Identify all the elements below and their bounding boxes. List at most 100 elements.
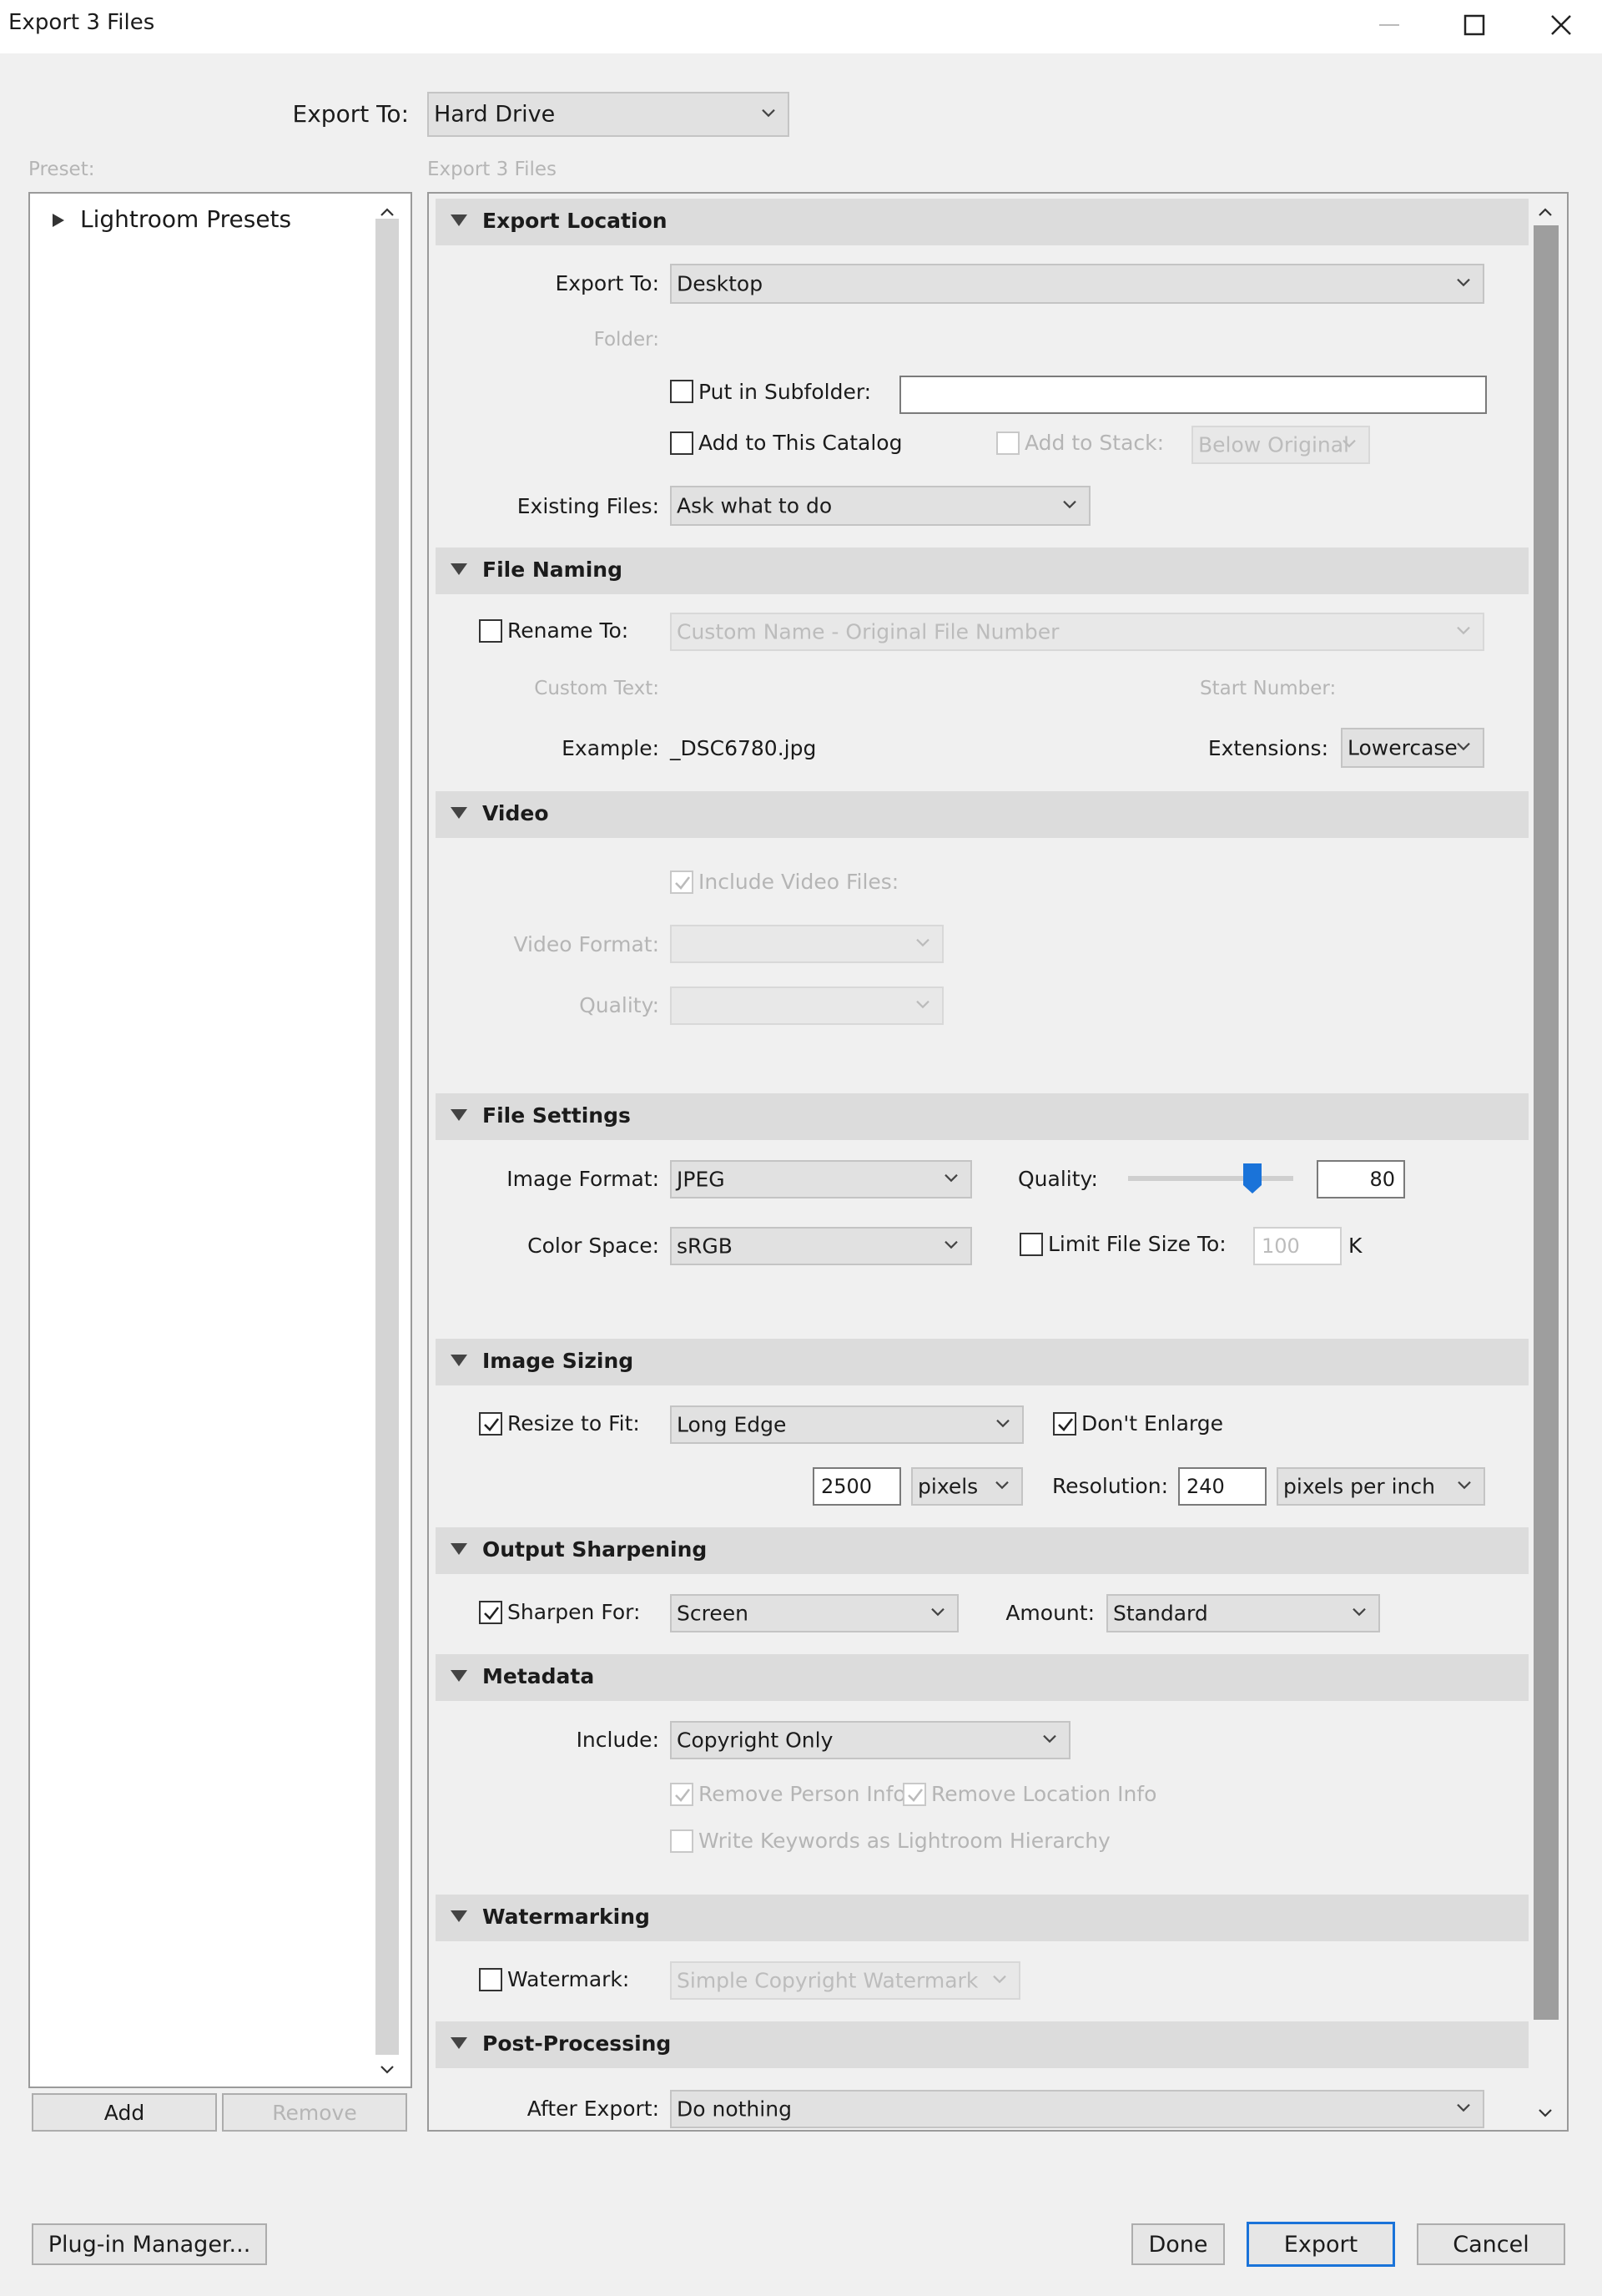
add-preset-button[interactable]: Add bbox=[32, 2093, 217, 2132]
checkmark-icon bbox=[1058, 1418, 1074, 1431]
minimize-button[interactable] bbox=[1360, 5, 1418, 45]
sharpen-for-checkbox[interactable] bbox=[479, 1601, 502, 1624]
resolution-input[interactable]: 240 bbox=[1178, 1467, 1267, 1506]
limit-file-size-input[interactable]: 100 bbox=[1253, 1227, 1342, 1265]
existing-files-dropdown[interactable]: Ask what to do bbox=[670, 486, 1091, 526]
section-export-location[interactable]: Export Location bbox=[436, 199, 1529, 245]
cancel-button[interactable]: Cancel bbox=[1417, 2223, 1565, 2265]
quality-slider-track[interactable] bbox=[1128, 1176, 1293, 1181]
chevron-down-icon bbox=[945, 1173, 958, 1183]
folder-label: Folder: bbox=[593, 329, 659, 351]
limit-file-size-checkbox[interactable] bbox=[1020, 1233, 1043, 1256]
section-post-processing[interactable]: Post-Processing bbox=[436, 2021, 1529, 2068]
resolution-label: Resolution: bbox=[1051, 1474, 1168, 1498]
chevron-down-icon[interactable] bbox=[377, 2061, 397, 2078]
rename-checkbox[interactable] bbox=[479, 619, 502, 643]
location-export-to-dropdown[interactable]: Desktop bbox=[670, 264, 1484, 304]
resize-to-fit-checkbox[interactable] bbox=[479, 1412, 502, 1436]
stack-position-dropdown[interactable]: Below Original bbox=[1191, 426, 1370, 464]
write-keywords-checkbox[interactable] bbox=[670, 1829, 693, 1853]
video-quality-dropdown[interactable] bbox=[670, 987, 944, 1025]
checkmark-icon bbox=[908, 1789, 924, 1802]
chevron-down-icon bbox=[1457, 2103, 1470, 2112]
resize-mode-dropdown[interactable]: Long Edge bbox=[670, 1405, 1024, 1444]
chevron-down-icon bbox=[945, 1240, 958, 1249]
export-button[interactable]: Export bbox=[1247, 2222, 1395, 2267]
section-image-sizing[interactable]: Image Sizing bbox=[436, 1339, 1529, 1385]
preset-list[interactable] bbox=[28, 192, 412, 2088]
metadata-include-label: Include: bbox=[576, 1728, 659, 1752]
chevron-down-icon bbox=[1353, 1607, 1366, 1617]
done-button[interactable]: Done bbox=[1131, 2223, 1225, 2265]
dont-enlarge-label: Don't Enlarge bbox=[1081, 1411, 1224, 1436]
resize-size-input[interactable]: 2500 bbox=[813, 1467, 901, 1506]
minimize-icon bbox=[1379, 24, 1399, 26]
section-metadata[interactable]: Metadata bbox=[436, 1654, 1529, 1701]
lightroom-presets-item[interactable]: Lightroom Presets bbox=[80, 205, 291, 233]
start-number-label: Start Number: bbox=[1200, 678, 1337, 699]
dont-enlarge-checkbox[interactable] bbox=[1053, 1412, 1076, 1436]
chevron-up-icon[interactable] bbox=[1535, 204, 1555, 220]
collapse-triangle-icon bbox=[451, 2037, 467, 2049]
extensions-dropdown[interactable]: Lowercase bbox=[1341, 728, 1484, 768]
remove-person-checkbox[interactable] bbox=[670, 1783, 693, 1806]
plugin-manager-button[interactable]: Plug-in Manager... bbox=[32, 2223, 267, 2265]
subfolder-input[interactable] bbox=[899, 376, 1487, 414]
checkmark-icon bbox=[484, 1607, 500, 1620]
sharpen-for-dropdown[interactable]: Screen bbox=[670, 1594, 959, 1632]
maximize-button[interactable] bbox=[1445, 5, 1504, 45]
chevron-down-icon[interactable] bbox=[1535, 2105, 1555, 2122]
chevron-down-icon bbox=[916, 938, 929, 947]
resize-unit-dropdown[interactable]: pixels bbox=[911, 1467, 1023, 1506]
write-keywords-label: Write Keywords as Lightroom Hierarchy bbox=[698, 1829, 1111, 1853]
collapse-triangle-icon bbox=[451, 1543, 467, 1555]
quality-input[interactable]: 80 bbox=[1317, 1160, 1405, 1198]
collapse-triangle-icon bbox=[451, 214, 467, 226]
expand-triangle-icon[interactable] bbox=[50, 212, 67, 229]
include-video-checkbox[interactable] bbox=[670, 870, 693, 894]
chevron-down-icon bbox=[1457, 278, 1470, 287]
watermark-dropdown[interactable]: Simple Copyright Watermark bbox=[670, 1961, 1020, 2000]
section-watermarking[interactable]: Watermarking bbox=[436, 1895, 1529, 1941]
color-space-dropdown[interactable]: sRGB bbox=[670, 1227, 972, 1265]
subfolder-checkbox[interactable] bbox=[670, 380, 693, 403]
preset-scrollbar-thumb[interactable] bbox=[375, 219, 399, 2055]
section-video[interactable]: Video bbox=[436, 791, 1529, 838]
quality-slider-thumb[interactable] bbox=[1243, 1163, 1262, 1193]
close-button[interactable] bbox=[1532, 5, 1590, 45]
amount-dropdown[interactable]: Standard bbox=[1106, 1594, 1380, 1632]
quality-label: Quality: bbox=[1018, 1167, 1098, 1191]
section-output-sharpening[interactable]: Output Sharpening bbox=[436, 1527, 1529, 1574]
checkmark-icon bbox=[675, 876, 691, 890]
remove-preset-button[interactable]: Remove bbox=[222, 2093, 407, 2132]
image-format-dropdown[interactable]: JPEG bbox=[670, 1160, 972, 1198]
section-file-settings[interactable]: File Settings bbox=[436, 1093, 1529, 1140]
chevron-down-icon bbox=[916, 1000, 929, 1009]
video-format-dropdown[interactable] bbox=[670, 925, 944, 963]
resolution-unit-dropdown[interactable]: pixels per inch bbox=[1277, 1467, 1485, 1506]
remove-location-checkbox[interactable] bbox=[903, 1783, 926, 1806]
chevron-down-icon bbox=[993, 1975, 1006, 1984]
checkmark-icon bbox=[675, 1789, 691, 1802]
chevron-down-icon bbox=[1457, 626, 1470, 635]
after-export-label: After Export: bbox=[526, 2097, 659, 2121]
chevron-up-icon[interactable] bbox=[377, 204, 397, 220]
remove-person-label: Remove Person Info bbox=[698, 1782, 906, 1806]
settings-scrollbar-thumb[interactable] bbox=[1534, 225, 1559, 2020]
metadata-include-dropdown[interactable]: Copyright Only bbox=[670, 1721, 1071, 1759]
limit-file-size-label: Limit File Size To: bbox=[1048, 1232, 1227, 1256]
export-to-dropdown[interactable]: Hard Drive bbox=[427, 92, 789, 137]
after-export-dropdown[interactable]: Do nothing bbox=[670, 2090, 1484, 2128]
collapse-triangle-icon bbox=[451, 1910, 467, 1922]
image-format-label: Image Format: bbox=[506, 1167, 659, 1191]
example-value: _DSC6780.jpg bbox=[670, 736, 817, 760]
chevron-down-icon bbox=[762, 108, 775, 118]
chevron-down-icon bbox=[1343, 439, 1356, 448]
rename-template-dropdown[interactable]: Custom Name - Original File Number bbox=[670, 613, 1484, 651]
rename-label: Rename To: bbox=[507, 618, 629, 643]
add-to-stack-checkbox[interactable] bbox=[996, 431, 1020, 455]
add-to-catalog-checkbox[interactable] bbox=[670, 431, 693, 455]
watermark-checkbox[interactable] bbox=[479, 1968, 502, 1991]
section-file-naming[interactable]: File Naming bbox=[436, 548, 1529, 594]
existing-files-label: Existing Files: bbox=[516, 494, 659, 518]
